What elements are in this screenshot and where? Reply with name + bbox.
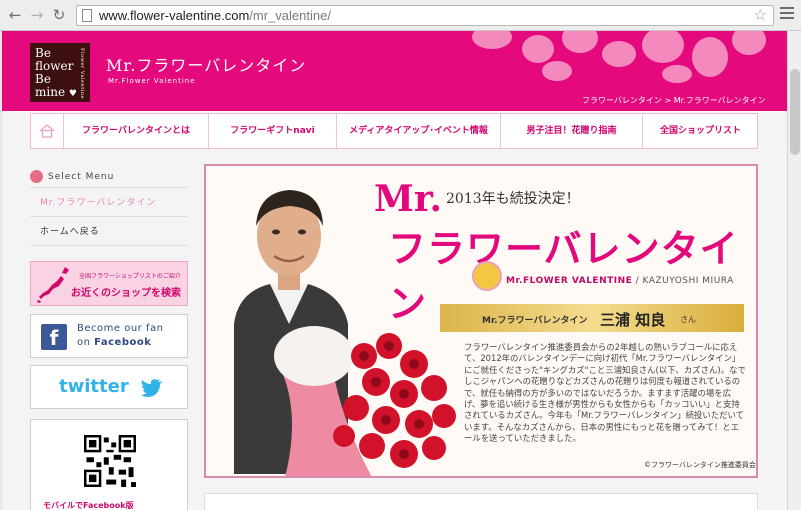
nav-item-about[interactable]: フラワーバレンタインとは [63,114,208,148]
facebook-banner[interactable]: f Become our fan on Facebook [30,314,188,358]
name-plate-title: Mr.フラワーバレンタイン [482,316,588,326]
page-scrollbar[interactable] [787,31,801,510]
main-nav: フラワーバレンタインとは フラワーギフトnavi メディアタイアップ･イベント情… [30,113,758,149]
shop-search-banner[interactable]: 全国フラワーショップリストのご紹介 お近くのショップを検索 [30,261,188,306]
sidebar-link-mr-valentine[interactable]: Mr.フラワーバレンタイン [30,189,188,217]
flower-decoration [692,37,728,77]
qr-code-box[interactable]: モバイルでFacebook版 [30,419,188,510]
site-subtitle: Mr.Flower Valentine [108,77,196,85]
qr-code-icon [84,435,136,487]
url-path: /mr_valentine/ [249,8,331,23]
flower-decoration [642,31,684,63]
banner-title-mr: Mr. [374,178,443,220]
select-menu-title: Select Menu [30,170,188,188]
twitter-banner[interactable]: twitter [30,365,188,409]
nav-item-media-events[interactable]: メディアタイアップ･イベント情報 [336,114,500,148]
facebook-banner-line1: Become our fan [77,323,164,334]
bookmark-star-icon[interactable]: ☆ [754,6,767,25]
japan-map-icon [37,267,69,303]
logo-vertical-text: Flower Valentine [79,48,85,99]
flower-decoration [662,65,692,83]
flower-decoration [522,35,554,63]
shop-banner-caption: 全国フラワーショップリストのご紹介 [79,273,181,280]
flower-valentine-mini-logo [472,261,502,291]
address-bar[interactable]: www.flower-valentine.com/mr_valentine/ ☆ [76,5,774,26]
name-plate-name: 三浦 知良 [600,311,666,329]
mr-valentine-banner: Mr. 2013年も続投決定！ フラワーバレンタイン Mr.FLOWER VAL… [204,164,758,478]
twitter-logo-text: twitter [59,376,129,397]
qr-code-label: モバイルでFacebook版 [43,501,134,510]
select-menu-label: Select Menu [48,172,115,182]
forward-arrow-icon[interactable]: → [28,6,46,24]
site-logo[interactable]: Be flower Be mine ♥ Flower Valentine [30,43,90,102]
flower-decoration [562,31,598,53]
flower-decoration [602,41,636,67]
twitter-bird-icon [141,379,162,397]
facebook-banner-line2: on Facebook [77,337,152,348]
nav-item-gift-navi[interactable]: フラワーギフトnavi [208,114,336,148]
sidebar-link-home[interactable]: ホームへ戻る [30,218,188,246]
home-icon[interactable] [39,124,55,138]
page-icon [82,9,92,22]
banner-english-label: Mr.FLOWER VALENTINE / KAZUYOSHI MIURA [506,276,734,286]
banner-copyright: ©フラワーバレンタイン推進委員会 [644,461,756,469]
browser-toolbar: ← → ↻ www.flower-valentine.com/mr_valent… [0,0,801,31]
flower-decoration [472,31,512,49]
facebook-icon: f [41,324,67,350]
name-plate: Mr.フラワーバレンタイン 三浦 知良 さん [440,304,744,332]
flower-decoration [732,31,766,55]
site-title: Mr.フラワーバレンタイン [106,56,307,75]
breadcrumb[interactable]: フラワーバレンタイン > Mr.フラワーバレンタイン [582,95,766,106]
reload-icon[interactable]: ↻ [50,6,68,24]
browser-menu-icon[interactable] [780,7,794,22]
flower-bullet-icon [30,170,43,183]
site-header: Be flower Be mine ♥ Flower Valentine Mr.… [2,31,787,111]
banner-description: フラワーバレンタイン推進委員会からの2年越しの熱いラブコールに応えて、2012年… [464,342,746,444]
banner-continuation-badge: 2013年も続投決定！ [446,191,580,207]
flower-decoration [542,61,572,81]
scrollbar-thumb[interactable] [790,69,800,155]
shop-banner-title: お近くのショップを検索 [71,288,181,299]
page-viewport: Be flower Be mine ♥ Flower Valentine Mr.… [2,31,787,510]
name-plate-suffix: さん [680,315,696,324]
nav-item-gift-guide[interactable]: 男子注目！花贈り指南 [500,114,642,148]
back-arrow-icon[interactable]: ← [6,6,24,24]
content-box [204,493,758,510]
nav-item-shop-list[interactable]: 全国ショップリスト [642,114,758,148]
url-host: www.flower-valentine.com [99,8,250,23]
rose-bouquet-image [274,326,456,476]
